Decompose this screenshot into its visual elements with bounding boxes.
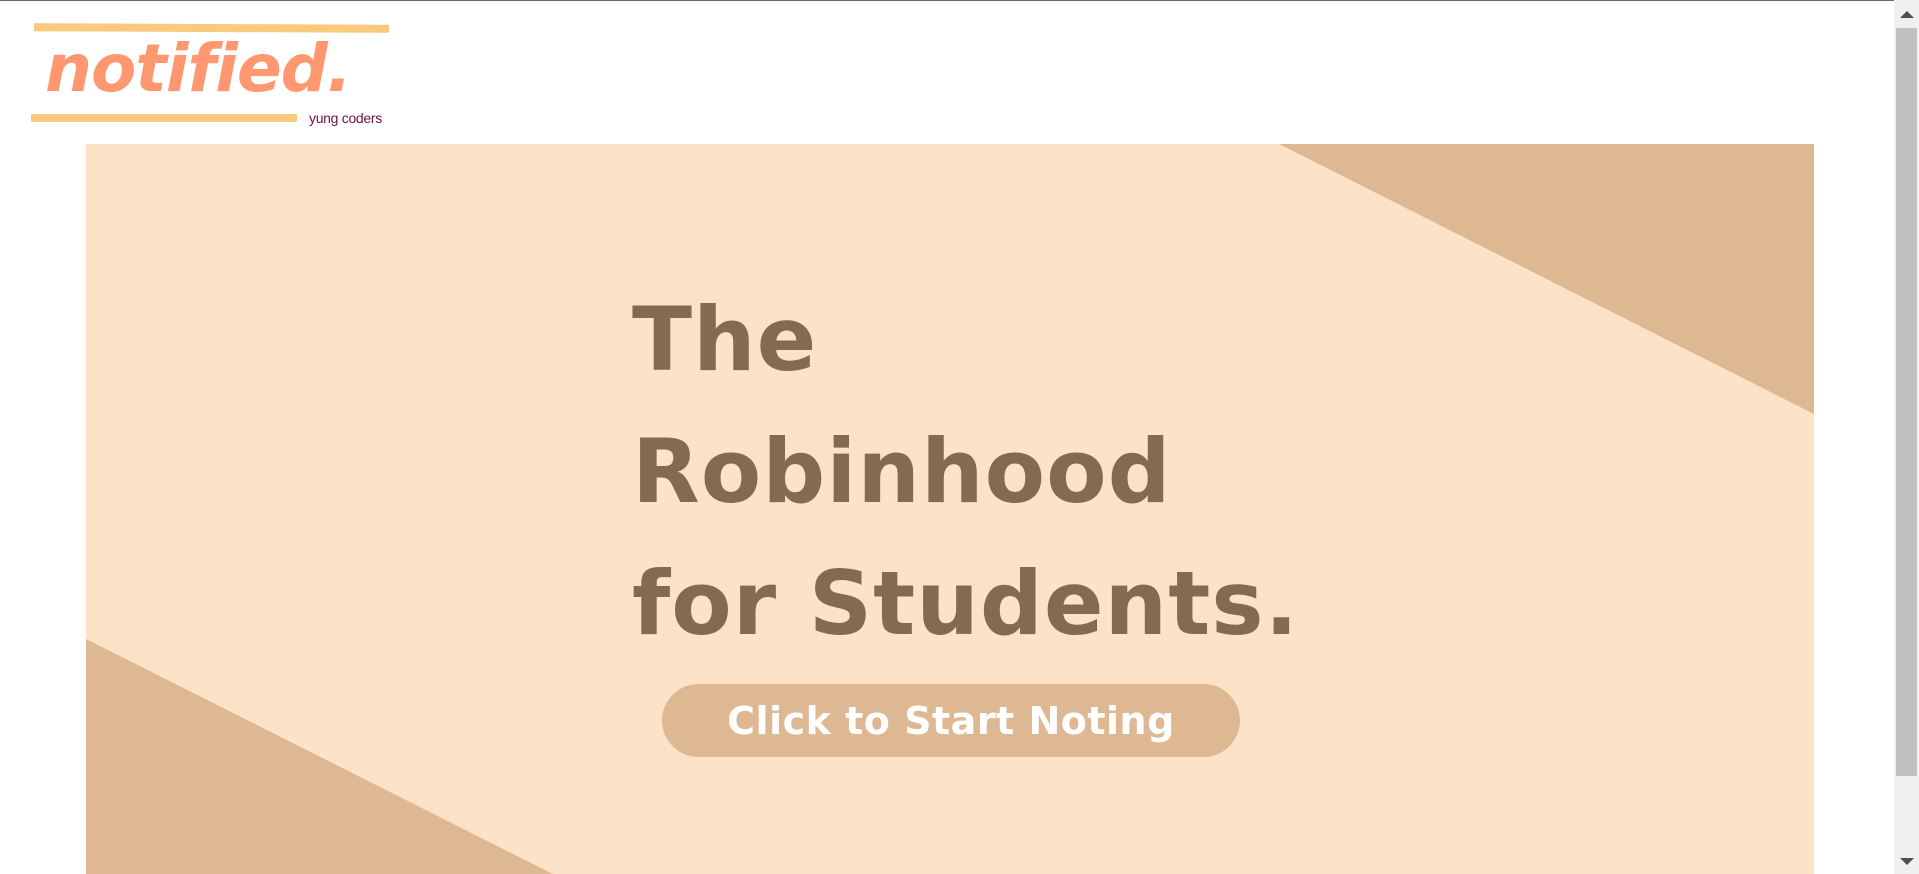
- scroll-down-arrow-icon[interactable]: [1900, 858, 1914, 865]
- hero-corner-triangle-bottom-left: [86, 639, 553, 874]
- window-top-border: [0, 0, 1919, 1]
- logo-tagline: yung coders: [309, 110, 382, 126]
- scrollbar-thumb[interactable]: [1896, 28, 1917, 776]
- hero-headline: The Robinhood for Students.: [632, 274, 1299, 670]
- start-noting-button[interactable]: Click to Start Noting: [662, 684, 1240, 757]
- scroll-up-arrow-icon[interactable]: [1900, 11, 1914, 18]
- hero-banner: The Robinhood for Students. Click to Sta…: [86, 144, 1814, 874]
- hero-corner-triangle-top-right: [1279, 144, 1814, 414]
- page-scrollbar[interactable]: [1894, 0, 1919, 874]
- headline-line-3: for Students.: [632, 552, 1300, 655]
- logo-underline-bottom: [31, 114, 297, 122]
- headline-line-1: The: [632, 288, 818, 391]
- notified-logo[interactable]: notified. yung coders: [31, 23, 391, 130]
- logo-wordmark: notified.: [45, 30, 352, 107]
- headline-line-2: Robinhood: [632, 420, 1172, 523]
